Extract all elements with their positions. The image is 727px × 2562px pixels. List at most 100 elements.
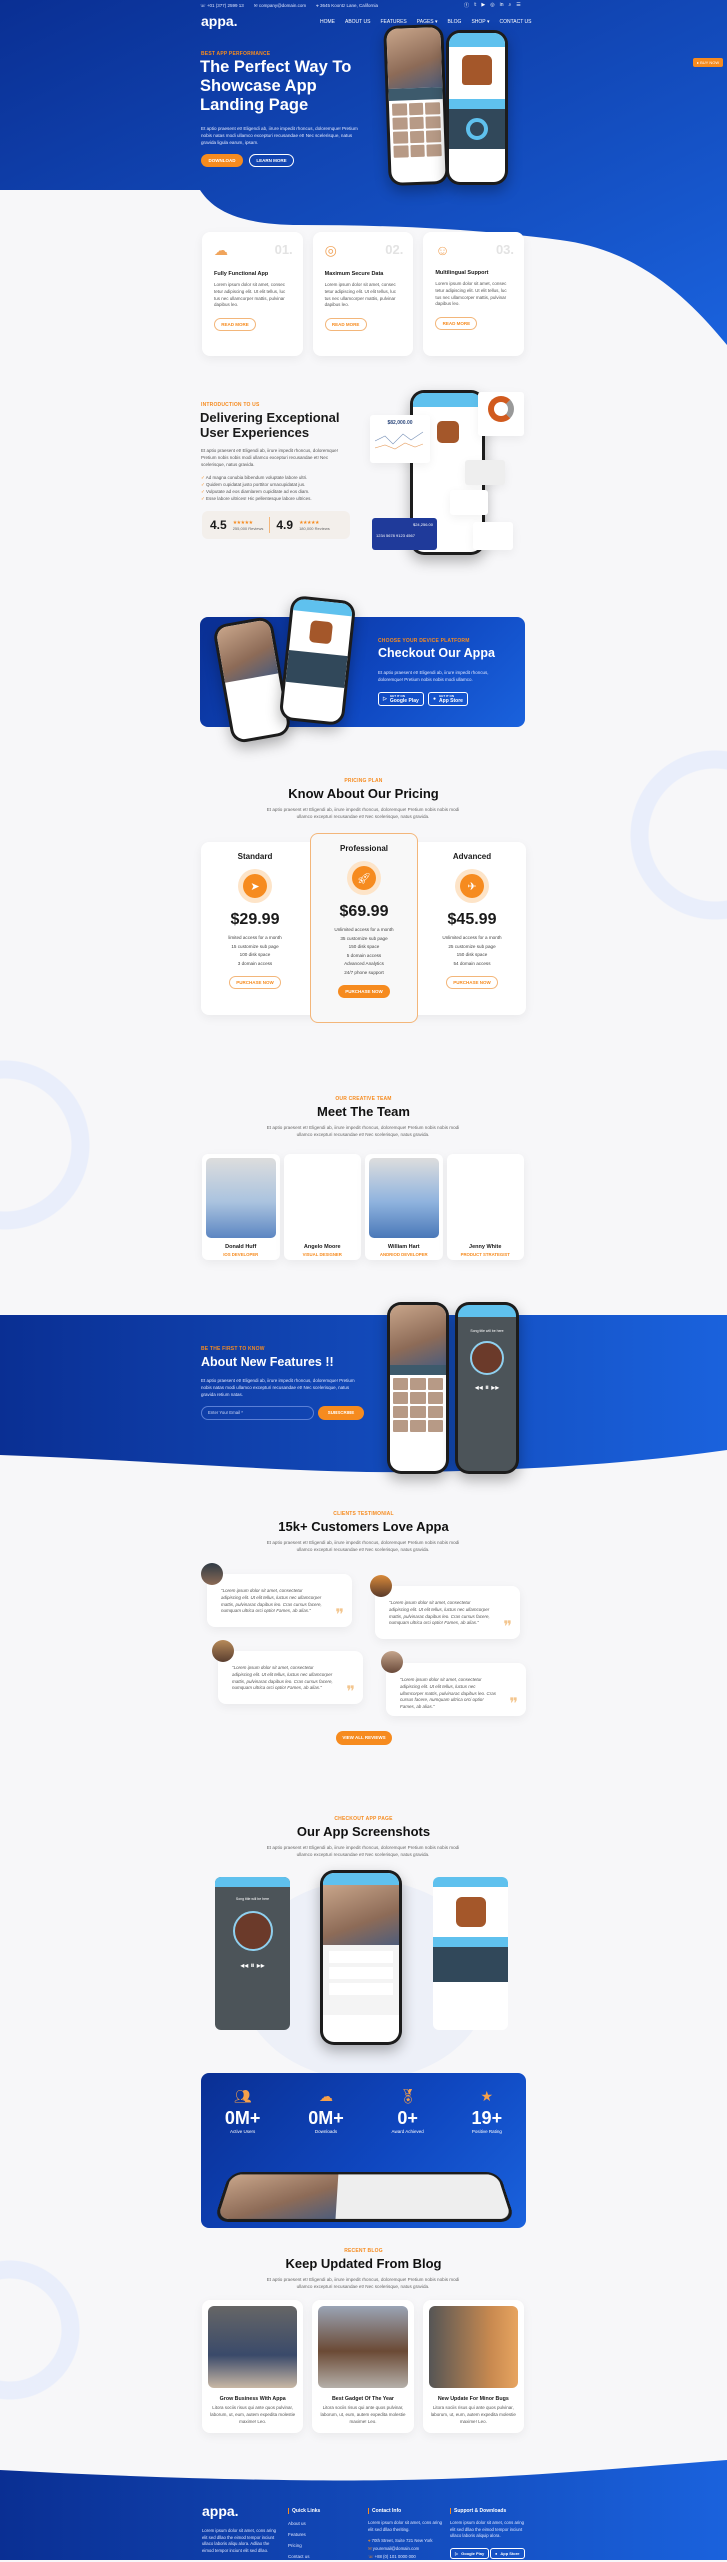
phone-icon: ☏ (368, 2554, 375, 2559)
intro-text: Et aptio praesent et! Eligendi ab, iirur… (201, 448, 338, 467)
team-title: Meet The Team (317, 1104, 410, 1119)
pricing-card-professional: Professional 🚀︎ $69.99 Unlimited access … (310, 833, 418, 1023)
menu-icon[interactable]: ☰ (516, 2, 520, 9)
screens-text: Et aptio praesent et! Eligendi ab, iirur… (266, 1845, 460, 1857)
purchase-now-button[interactable]: PURCHASE NOW (229, 976, 281, 989)
newsletter-phone-music: Song title will be here ◂◂ ⏸ ▸▸ (455, 1302, 519, 1474)
footer-background (0, 2460, 727, 2560)
ratings-box: 4.5 ★★★★★ 255,000 Reviews 4.9 ★★★★★ 180,000 … (202, 511, 350, 539)
blog-card[interactable]: Best Gadget Of The Year Litora sociis ris… (312, 2300, 414, 2433)
feature-text: Lorem ipsum dolor sit amet, consec tetur… (214, 282, 286, 308)
avatar (381, 1651, 403, 1673)
footer-link-pricing[interactable]: Pricing (288, 2540, 310, 2551)
payment-card (473, 522, 513, 550)
nav-contact[interactable]: CONTACT US (499, 19, 531, 25)
youtube-icon[interactable]: ▶ (481, 2, 485, 9)
plan-name: Advanced (452, 852, 492, 861)
bank-card (450, 490, 488, 515)
team-card[interactable]: William Hart ANDRIOD DEVELOPER (365, 1154, 443, 1260)
read-more-button[interactable]: READ MORE (214, 318, 256, 332)
nav-blog[interactable]: BLOG (448, 19, 462, 25)
screenshot-shop[interactable] (433, 1877, 508, 2030)
footer-logo[interactable]: appa. (202, 2503, 239, 2519)
footer-app-store-button[interactable]: ● App Store (490, 2548, 525, 2559)
google-play-icon: ▷ (383, 696, 387, 702)
blog-tag: RECENT BLOG (344, 2248, 383, 2254)
stat-item: ★ 19+ Positive Rating (471, 2088, 503, 2134)
learn-more-button[interactable]: LEARN MORE (249, 154, 294, 167)
view-all-reviews-button[interactable]: VIEW ALL REVIEWS (336, 1731, 392, 1745)
blog-post-title[interactable]: Best Gadget Of The Year (318, 2396, 407, 2402)
apple-icon: ● (495, 2551, 498, 2556)
social-links: ⓕ 𝕥 ▶ ◎ in ⌕ ☰ (464, 2, 521, 9)
pricing-card-standard: Standard ➤ $29.99 limited access for a m… (201, 852, 309, 989)
blog-image (428, 2306, 518, 2388)
plan-price: $45.99 (447, 911, 497, 928)
nav-home[interactable]: HOME (320, 19, 335, 25)
team-tag: OUR CREATIVE TEAM (335, 1096, 392, 1102)
hero-tag: BEST APP PERFORMANCE (201, 51, 271, 57)
nav-about[interactable]: ABOUT US (345, 19, 370, 25)
footer-google-play-button[interactable]: ▷ Google Play (450, 2548, 490, 2559)
screenshot-music[interactable]: Song title will be here ◂◂ ⏸ ▸▸ (215, 1877, 290, 2030)
quote-icon: ❞ (335, 1607, 344, 1624)
read-more-button[interactable]: READ MORE (324, 318, 367, 332)
facebook-icon[interactable]: ⓕ (464, 2, 469, 9)
team-card[interactable]: Jenny White PRODUCT STRATEGIST (446, 1154, 524, 1260)
instagram-icon[interactable]: ◎ (490, 2, 494, 9)
blog-card[interactable]: Grow Business With Appa Litora sociis ris… (202, 2300, 304, 2433)
intro-dashboard-mockup: $82,000.00 $24,256.00 1234 5678 9123 4567 (370, 390, 530, 555)
feature-text: Lorem ipsum dolor sit amet, consec tetur… (435, 281, 507, 307)
blog-post-title[interactable]: Grow Business With Appa (208, 2396, 297, 2402)
rocket-icon: 🚀︎ (352, 866, 376, 890)
nav-features[interactable]: FEATURES (380, 19, 406, 25)
checkout-title: Checkout Our Appa (378, 646, 495, 660)
footer-link-contact[interactable]: Contact us (288, 2551, 310, 2562)
subscribe-button[interactable]: SUBSCRIBE (318, 1406, 364, 1420)
feature-cards: ☁ 01. Fully Functional App Lorem ipsum dolo… (202, 232, 525, 356)
footer-about: Lorem ipsum dolor sit amet, cons aring e… (202, 2528, 277, 2553)
team-card[interactable]: Angelo Moore VISUAL DESIGNER (283, 1154, 361, 1260)
google-play-icon: ▷ (455, 2551, 459, 2556)
purchase-now-button[interactable]: PURCHASE NOW (338, 985, 390, 998)
app-store-button[interactable]: ● GET IT ON App Store (428, 692, 468, 706)
twitter-icon[interactable]: 𝕥 (474, 2, 476, 9)
support-text: Lorem ipsum dolor sit amet, cons aring e… (450, 2520, 525, 2538)
read-more-button[interactable]: READ MORE (435, 317, 478, 331)
blog-post-title[interactable]: New Update For Minor Bugs (429, 2396, 518, 2402)
search-icon[interactable]: ⌕ (508, 2, 511, 9)
stat-item: ☁ 0M+ Downloads (308, 2088, 344, 2134)
blog-grid: Grow Business With Appa Litora sociis ris… (202, 2300, 524, 2433)
email-input[interactable]: Enter Your Email * (201, 1406, 314, 1420)
rating-value: 4.5 (210, 518, 227, 532)
airplane-icon: ✈ (460, 874, 484, 898)
purchase-now-button[interactable]: PURCHASE NOW (446, 976, 498, 989)
plan-name: Standard (237, 852, 273, 861)
paper-plane-icon: ➤ (243, 874, 267, 898)
pricing-text: Et aptio praesent et! Eligendi ab, iirur… (266, 807, 460, 819)
quick-links-heading: Quick Links (288, 2508, 320, 2514)
apple-icon: ● (433, 696, 437, 702)
team-card[interactable]: Donald Huff IOS DEVELOPER (202, 1154, 280, 1260)
logo[interactable]: appa. (201, 13, 238, 29)
footer-link-features[interactable]: Features (288, 2529, 310, 2540)
nav-shop[interactable]: SHOP ▾ (471, 19, 489, 25)
footer-link-about[interactable]: About us (288, 2518, 310, 2529)
avatar (370, 1575, 392, 1597)
donut-card (478, 392, 524, 436)
feature-card: ☺ 03. Multilingual Support Lorem ipsum dolo… (423, 232, 525, 356)
buy-now-button[interactable]: ▸ BUY NOW (693, 58, 724, 67)
rating-value: 4.9 (276, 518, 294, 532)
hero-phone-gallery (383, 24, 449, 186)
member-photo (206, 1158, 276, 1238)
feature-number: 01. (274, 242, 293, 257)
blog-image (208, 2306, 298, 2388)
team-grid: Donald Huff IOS DEVELOPER Angelo Moore VIS… (202, 1154, 524, 1260)
google-play-button[interactable]: ▷ GET IT ON Google Play (378, 692, 424, 706)
blog-card[interactable]: New Update For Minor Bugs Litora sociis r… (422, 2300, 524, 2433)
linkedin-icon[interactable]: in (500, 2, 504, 9)
download-button[interactable]: DOWNLOAD (201, 154, 243, 167)
credit-card: $24,256.00 1234 5678 9123 4567 (372, 518, 437, 550)
screenshot-phone-center[interactable] (320, 1870, 402, 2045)
feature-card: ☁ 01. Fully Functional App Lorem ipsum dolo… (202, 232, 303, 356)
